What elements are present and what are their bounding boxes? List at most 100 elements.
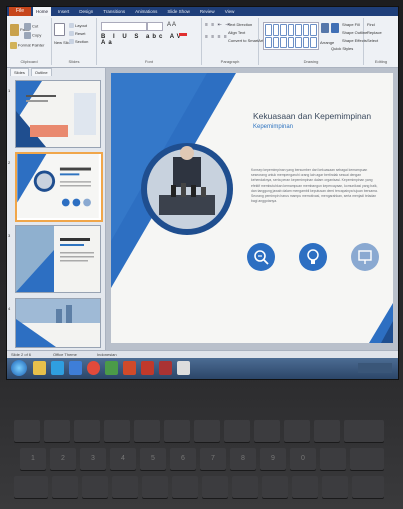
slides-group-label: Slides <box>68 59 80 64</box>
editing-group-label: Editing <box>374 59 388 64</box>
drawing-group-label: Drawing <box>303 59 319 64</box>
cut-icon <box>24 23 31 30</box>
tab-slides[interactable]: Slides <box>10 68 29 76</box>
format-painter-icon <box>10 42 17 49</box>
app-icon[interactable] <box>105 361 118 375</box>
layout-button[interactable]: Layout <box>69 23 88 29</box>
slide-thumbnail-4[interactable] <box>15 298 101 348</box>
laptop-screen: File Home Insert Design Transitions Anim… <box>6 6 399 380</box>
slide-thumbnail-2[interactable] <box>15 152 103 222</box>
tab-transitions[interactable]: Transitions <box>100 7 128 16</box>
slide-subtitle[interactable]: Kepemimpinan <box>253 124 293 130</box>
keyboard-key <box>44 420 70 442</box>
keyboard-key <box>104 420 130 442</box>
keyboard-key <box>352 476 384 498</box>
keyboard-key <box>350 448 384 470</box>
tab-animations[interactable]: Animations <box>132 7 160 16</box>
keyboard-key <box>164 420 190 442</box>
tab-view[interactable]: View <box>222 7 238 16</box>
tab-insert[interactable]: Insert <box>55 7 72 16</box>
find-button[interactable]: Find <box>367 22 375 27</box>
slide-thumbnail-1[interactable] <box>15 80 101 148</box>
keyboard-key-1: 1 <box>20 448 46 470</box>
section-button[interactable]: Section <box>69 39 88 45</box>
keyboard-key <box>224 420 250 442</box>
shapes-gallery[interactable] <box>263 22 319 50</box>
keyboard-key <box>82 476 108 498</box>
presentation-board-icon <box>351 243 379 271</box>
format-painter-button[interactable]: Format Painter <box>10 42 44 49</box>
keyboard-key <box>134 420 160 442</box>
new-slide-button[interactable] <box>54 23 66 36</box>
editing-group: Find Replace Select Editing <box>364 18 398 65</box>
copy-icon <box>24 32 31 39</box>
keyboard-key <box>14 420 40 442</box>
app-white-icon[interactable] <box>177 361 190 375</box>
shape-fill-button[interactable]: Shape Fill <box>342 22 360 27</box>
file-explorer-icon[interactable] <box>33 361 46 375</box>
reset-label: Reset <box>75 31 86 36</box>
reset-button[interactable]: Reset <box>69 31 86 37</box>
align-buttons[interactable]: ≡ ≡ ≡ ≡ <box>205 34 228 40</box>
quick-styles-label: Quick Styles <box>331 46 354 51</box>
tab-home[interactable]: Home <box>33 7 52 16</box>
tab-file[interactable]: File <box>9 7 31 16</box>
drawing-group: Arrange Quick Styles Shape Fill Shape Ou… <box>259 18 367 65</box>
quick-styles-icon <box>331 23 339 33</box>
section-icon <box>69 39 74 45</box>
internet-explorer-icon[interactable] <box>69 361 82 375</box>
windows-taskbar <box>7 358 398 379</box>
keyboard-key <box>322 476 348 498</box>
keyboard-key <box>232 476 258 498</box>
cut-button[interactable]: Cut <box>24 23 38 30</box>
font-group: B I U S abc AV Aa A A Font <box>97 18 202 65</box>
slide-thumbnail-pane: Slides Outline 1 2 3 4 <box>7 68 106 350</box>
select-button[interactable]: Select <box>367 38 378 43</box>
keyboard-key <box>172 476 198 498</box>
font-size-dropdown[interactable] <box>147 22 163 31</box>
system-tray[interactable] <box>358 363 392 373</box>
tab-slide-show[interactable]: Slide Show <box>164 7 193 16</box>
slides-group: New Slide Layout Reset Section Slides <box>52 18 97 65</box>
powerpoint-icon[interactable] <box>123 361 136 375</box>
clipboard-group: Paste Cut Copy Format Painter Clipboard <box>7 18 52 65</box>
keyboard-key <box>320 448 346 470</box>
keyboard-key-8: 8 <box>230 448 256 470</box>
copy-button[interactable]: Copy <box>24 32 41 39</box>
slide-title[interactable]: Kekuasaan dan Kepemimpinan <box>253 111 371 121</box>
current-slide[interactable]: Kekuasaan dan Kepemimpinan Kepemimpinan … <box>111 73 393 343</box>
paragraph-group: ≡ ≡ ⇤ ⇥ ≡ ≡ ≡ ≡ Text Direction Align Tex… <box>202 18 263 65</box>
tab-outline[interactable]: Outline <box>30 68 52 76</box>
layout-icon <box>69 23 74 29</box>
tab-design[interactable]: Design <box>76 7 96 16</box>
layout-label: Layout <box>75 23 88 28</box>
keyboard-key <box>74 420 100 442</box>
tab-review[interactable]: Review <box>197 7 218 16</box>
new-slide-icon <box>54 23 65 36</box>
slide-thumbnail-3[interactable] <box>15 225 101 293</box>
keyboard-key-4: 4 <box>110 448 136 470</box>
chrome-icon[interactable] <box>87 361 100 375</box>
align-text-button[interactable]: Align Text <box>228 30 245 35</box>
keyboard-key <box>194 420 220 442</box>
keyboard-key <box>142 476 168 498</box>
keyboard-key <box>292 476 318 498</box>
paragraph-group-label: Paragraph <box>220 59 240 64</box>
start-button-icon[interactable] <box>11 360 27 376</box>
text-direction-button[interactable]: Text Direction <box>228 22 252 27</box>
arrange-label: Arrange <box>320 40 335 45</box>
replace-button[interactable]: Replace <box>367 30 382 35</box>
list-buttons[interactable]: ≡ ≡ ⇤ ⇥ <box>205 22 230 28</box>
font-name-dropdown[interactable] <box>101 22 147 31</box>
app-red-icon[interactable] <box>159 361 172 375</box>
pdf-reader-icon[interactable] <box>141 361 154 375</box>
font-color-icon[interactable] <box>179 33 187 36</box>
arrange-button[interactable] <box>321 23 330 33</box>
keyboard-key <box>284 420 310 442</box>
lightbulb-icon <box>299 243 327 271</box>
slide-body-text[interactable]: Konsep kepemimpinan yang bersumber dari … <box>251 168 379 204</box>
quick-styles-button[interactable] <box>331 23 340 33</box>
keyboard-key <box>14 476 48 498</box>
media-player-icon[interactable] <box>51 361 64 375</box>
font-grow-shrink-buttons[interactable]: A A <box>167 22 176 28</box>
